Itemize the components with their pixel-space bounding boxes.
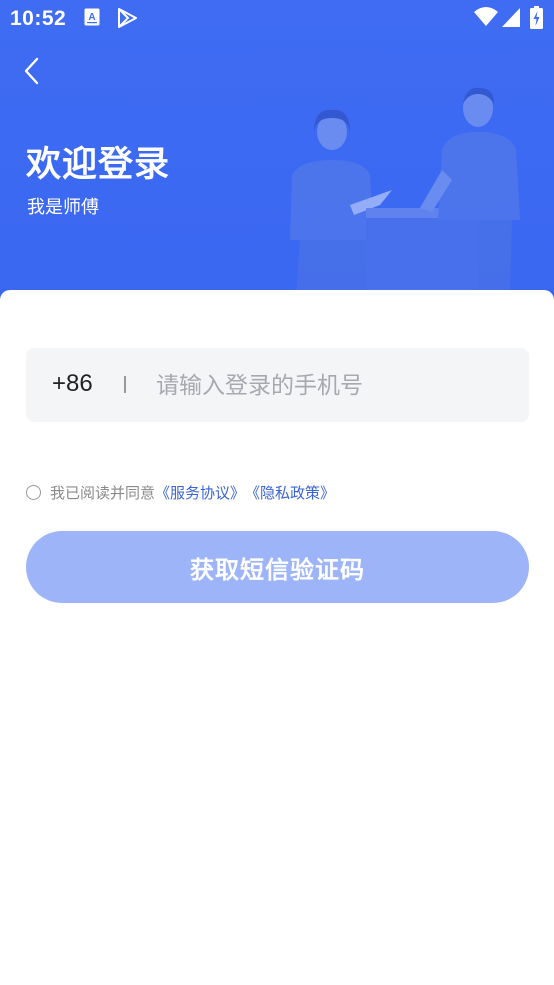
phone-input[interactable] — [154, 364, 508, 408]
status-time: 10:52 — [10, 7, 67, 30]
agreement-row: 我已阅读并同意 《服务协议》 《隐私政策》 — [26, 482, 335, 502]
play-store-icon — [116, 8, 138, 32]
chevron-left-icon — [24, 57, 39, 85]
status-bar: 10:52 A — [0, 0, 554, 38]
privacy-policy-link[interactable]: 《隐私政策》 — [245, 482, 335, 503]
header-banner: 10:52 A 欢迎登录 我是师傅 — [0, 0, 554, 310]
agreement-text: 我已阅读并同意 — [50, 483, 156, 502]
service-agreement-link[interactable]: 《服务协议》 — [155, 482, 245, 503]
country-code[interactable]: +86 — [52, 370, 93, 398]
page-subtitle: 我是师傅 — [27, 197, 99, 218]
agreement-checkbox[interactable] — [26, 484, 41, 500]
field-divider — [124, 376, 126, 393]
back-button[interactable] — [18, 54, 50, 88]
login-card: +86 我已阅读并同意 《服务协议》 《隐私政策》 获取短信验证码 — [0, 290, 554, 985]
page-title: 欢迎登录 — [26, 145, 171, 185]
phone-field[interactable]: +86 — [26, 348, 529, 422]
signal-icon — [502, 8, 520, 31]
get-sms-code-button[interactable]: 获取短信验证码 — [26, 531, 529, 603]
svg-text:A: A — [88, 12, 95, 23]
wifi-icon — [474, 7, 498, 31]
a-translate-icon: A — [84, 8, 100, 30]
battery-charging-icon — [530, 6, 543, 33]
workers-illustration — [290, 87, 520, 301]
